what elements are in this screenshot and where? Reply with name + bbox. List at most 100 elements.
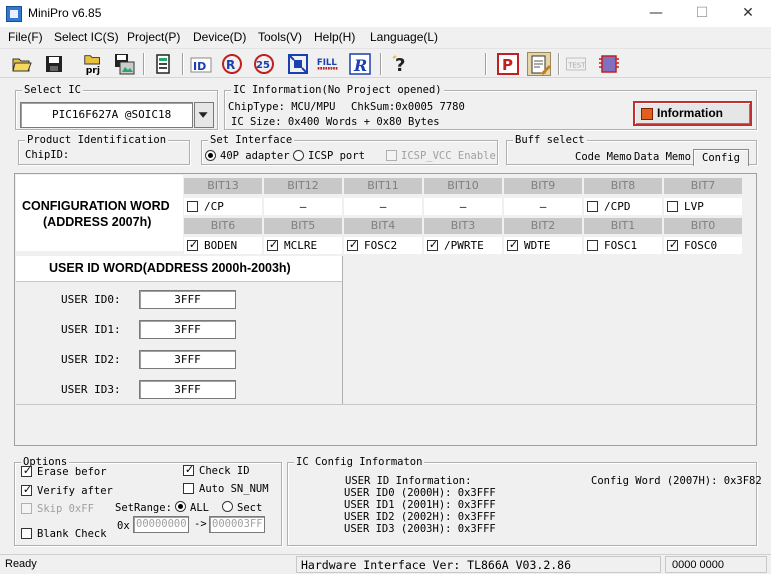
erase-before-label: Erase befor (37, 466, 107, 478)
checkmark-icon: ✓ (188, 238, 199, 251)
bit-cell[interactable]: ✓ FOSC0 (664, 237, 742, 254)
bit-cell: – (504, 198, 582, 215)
chevron-down-icon (198, 112, 208, 118)
read-id-icon[interactable]: ID (189, 52, 213, 76)
range-all-radio[interactable] (175, 501, 186, 512)
bit-header: BIT6 (184, 218, 262, 234)
user-id1-input[interactable]: 3FFF (139, 320, 236, 339)
erase-before-checkbox[interactable]: ✓ (21, 464, 32, 477)
menu-tools[interactable]: Tools(V) (258, 28, 302, 48)
menu-select-ic[interactable]: Select IC(S) (54, 28, 119, 48)
range-end-input[interactable]: 000003FF (209, 516, 265, 533)
tab-config[interactable]: Config (693, 149, 749, 166)
config-address-heading: (ADDRESS 2007h) (43, 215, 152, 229)
logic-test-icon[interactable] (597, 52, 621, 76)
menu-file[interactable]: File(F) (8, 28, 43, 48)
bit-checkbox[interactable] (587, 201, 598, 212)
program-icon[interactable] (286, 52, 310, 76)
minimize-button[interactable]: — (633, 0, 679, 28)
checkmark-icon: ✓ (668, 238, 679, 251)
menu-language[interactable]: Language(L) (370, 28, 438, 48)
tab-data-memo[interactable]: Data Memo (634, 151, 691, 163)
bit-cell[interactable]: ✓ WDTE (504, 237, 582, 254)
config-panel: CONFIGURATION WORD (ADDRESS 2007h) BIT13… (14, 173, 757, 446)
radio-40p-adapter[interactable] (205, 150, 216, 161)
bit-cell[interactable]: ✓ FOSC2 (344, 237, 422, 254)
skip-ff-checkbox[interactable] (21, 503, 32, 514)
ic-dropdown-button[interactable] (194, 102, 214, 128)
chip-icon[interactable] (151, 52, 175, 76)
bit-name: MCLRE (284, 239, 318, 252)
bit-name: /CP (204, 200, 224, 213)
read-chip-icon[interactable]: R (220, 52, 244, 76)
menu-project[interactable]: Project(P) (127, 28, 180, 48)
range-sect-radio[interactable] (222, 501, 233, 512)
bit-cell[interactable]: ✓ BODEN (184, 237, 262, 254)
bit-name: /PWRTE (444, 239, 484, 252)
config-divider (342, 256, 343, 404)
user-id2-info: USER ID2 (2002H): 0x3FFF (344, 511, 496, 523)
icsp-vcc-checkbox[interactable] (386, 150, 397, 161)
tab-code-memo[interactable]: Code Memo (575, 151, 632, 163)
blank-check-checkbox[interactable] (21, 528, 32, 539)
bit-checkbox[interactable]: ✓ (507, 238, 519, 251)
bit-cell[interactable]: ✓ /PWRTE (424, 237, 502, 254)
bit-cell[interactable]: FOSC1 (584, 237, 662, 254)
bit-checkbox[interactable] (187, 201, 198, 212)
open-project-icon[interactable]: prj (82, 52, 108, 76)
verify-after-checkbox[interactable]: ✓ (21, 483, 32, 496)
bit-checkbox[interactable]: ✓ (347, 238, 358, 251)
close-button[interactable]: ✕ (725, 0, 771, 28)
radio-icsp-port[interactable] (293, 150, 304, 161)
bit-checkbox[interactable]: ✓ (427, 238, 438, 251)
checkmark-icon: ✓ (508, 238, 519, 251)
bit-cell[interactable]: /CP (184, 198, 262, 215)
blank-check-label: Blank Check (37, 528, 107, 540)
bit-checkbox[interactable] (667, 201, 678, 212)
save-icon[interactable] (42, 52, 66, 76)
auto-sn-label: Auto SN_NUM (199, 483, 269, 495)
fill-icon[interactable]: FILL (316, 52, 344, 76)
menu-help[interactable]: Help(H) (314, 28, 355, 48)
registry-icon[interactable]: R (348, 52, 372, 76)
range-all-label: ALL (190, 502, 209, 514)
information-button[interactable]: Information (633, 101, 752, 126)
bit-checkbox[interactable] (587, 240, 598, 251)
user-id3-input[interactable]: 3FFF (139, 380, 236, 399)
bit-cell[interactable]: ✓ MCLRE (264, 237, 342, 254)
bit-name: FOSC0 (684, 239, 718, 252)
user-id2-input[interactable]: 3FFF (139, 350, 236, 369)
chip-type-label: ChipType: MCU/MPU (228, 101, 336, 113)
user-id0-input[interactable]: 3FFF (139, 290, 236, 309)
ic-size-label: IC Size: 0x400 Words + 0x80 Bytes (231, 116, 440, 128)
bit-checkbox[interactable]: ✓ (267, 238, 278, 251)
maximize-button[interactable]: ☐ (679, 0, 725, 28)
check-id-checkbox[interactable]: ✓ (183, 463, 194, 476)
bit-cell[interactable]: LVP (664, 198, 742, 215)
ic-name-display[interactable]: PIC16F627A @SOIC18 (20, 102, 193, 128)
config-divider (16, 404, 757, 405)
title-bar: MiniPro v6.85 — ☐ ✕ (0, 0, 771, 28)
chip-icon (641, 108, 653, 120)
range-start-input[interactable]: 00000000 (133, 516, 189, 533)
bit-cell[interactable]: /CPD (584, 198, 662, 215)
menu-device[interactable]: Device(D) (193, 28, 246, 48)
bit-name: LVP (684, 200, 704, 213)
svg-text:25: 25 (256, 60, 270, 71)
information-button-label: Information (657, 106, 723, 120)
open-file-icon[interactable] (10, 52, 34, 76)
help-icon[interactable]: ? (388, 52, 412, 76)
save-project-icon[interactable] (112, 52, 136, 76)
config-word-heading: CONFIGURATION WORD (22, 199, 170, 213)
bit-name: BODEN (204, 239, 238, 252)
test-icon[interactable]: TEST (564, 52, 592, 76)
verify-icon[interactable]: 25 (252, 52, 276, 76)
bit-checkbox[interactable]: ✓ (667, 238, 679, 251)
status-code: 0000 0000 (672, 559, 724, 571)
bit-checkbox[interactable]: ✓ (187, 238, 199, 251)
production-icon[interactable]: P (496, 52, 520, 76)
radio-40p-label: 40P adapter (220, 150, 290, 162)
toolbar-separator (380, 53, 382, 75)
edit-note-icon[interactable] (527, 52, 551, 76)
auto-sn-checkbox[interactable] (183, 483, 194, 494)
